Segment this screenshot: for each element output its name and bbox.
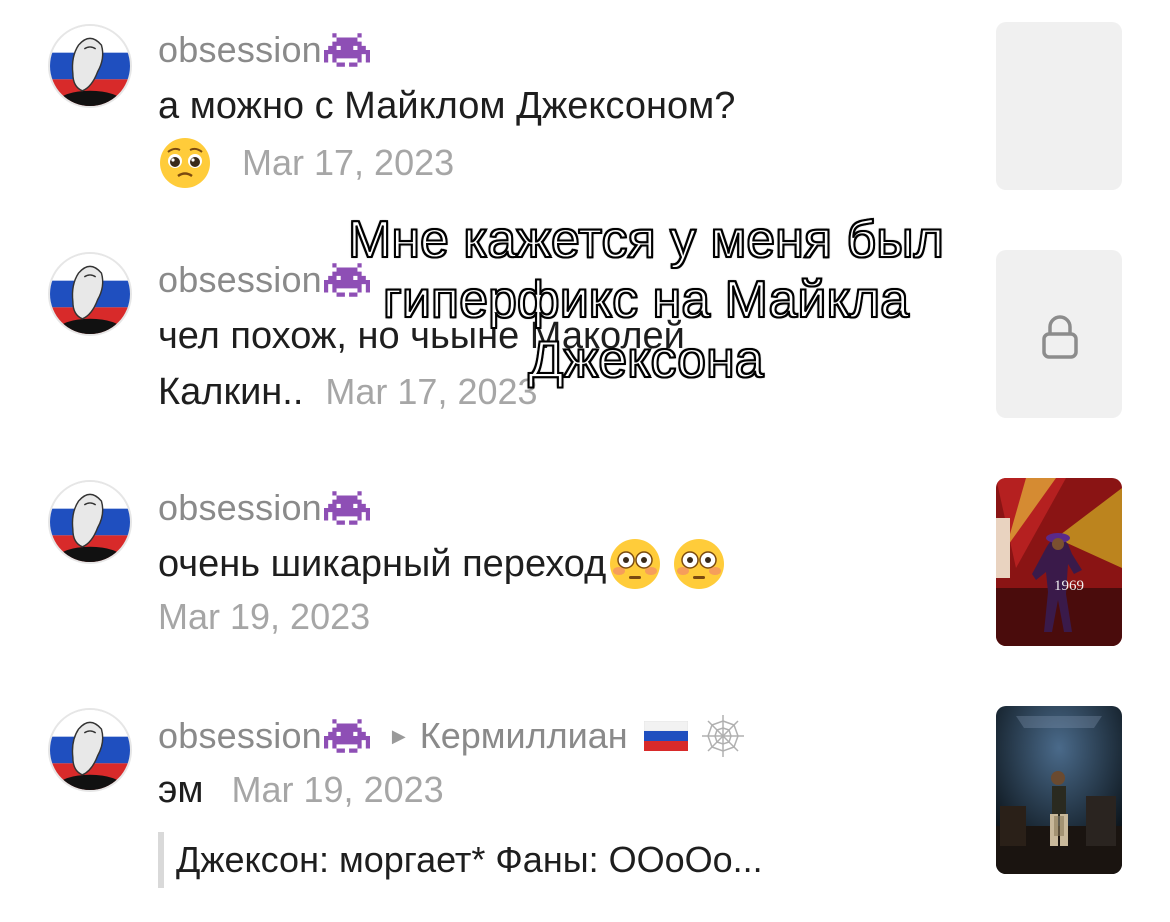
comment-text: чел похож, но чьыне Маколей (158, 315, 685, 357)
quoted-comment[interactable]: Джексон: моргает* Фаны: ООоОо... (158, 832, 763, 888)
space-invader-icon (323, 33, 370, 67)
username[interactable]: obsession (158, 715, 322, 757)
space-invader-icon (323, 491, 370, 525)
comment-date: Mar 19, 2023 (231, 769, 444, 810)
avatar[interactable] (48, 480, 132, 564)
comment-text: а можно с Майклом Джексоном? (158, 85, 736, 127)
thumbnail-caption: 1969 (1054, 578, 1084, 594)
media-thumbnail[interactable] (996, 22, 1122, 190)
flushed-face-icon (674, 539, 725, 589)
username[interactable]: obsession (158, 487, 322, 529)
comment-date: Mar 17, 2023 (325, 371, 538, 412)
media-thumbnail[interactable] (996, 706, 1122, 874)
reply-arrow-icon: ▶ (391, 725, 406, 746)
reply-to-username[interactable]: Кермиллиан (420, 715, 628, 757)
spider-web-icon (701, 715, 744, 757)
space-invader-icon (323, 263, 370, 297)
username[interactable]: obsession (158, 259, 322, 301)
avatar[interactable] (48, 708, 132, 792)
space-invader-icon (323, 719, 370, 753)
comment-date: Mar 19, 2023 (158, 596, 371, 637)
avatar[interactable] (48, 24, 132, 108)
comment-text: Калкин.. (158, 371, 304, 413)
comment-date: Mar 17, 2023 (242, 142, 455, 183)
quoted-comment-text: Джексон: моргает* Фаны: ООоОо... (176, 839, 763, 880)
comments-screen: obsession а можно с Майклом Джексоном? M… (0, 0, 1170, 922)
russia-flag-icon (643, 721, 688, 751)
comment-text: очень шикарный переход (158, 543, 607, 585)
media-thumbnail[interactable]: 1969 (996, 478, 1122, 646)
flushed-face-icon (610, 539, 661, 589)
avatar[interactable] (48, 252, 132, 336)
comment-text: эм (158, 769, 204, 811)
pleading-face-icon (160, 138, 210, 188)
username[interactable]: obsession (158, 29, 322, 71)
lock-icon (1042, 315, 1078, 359)
